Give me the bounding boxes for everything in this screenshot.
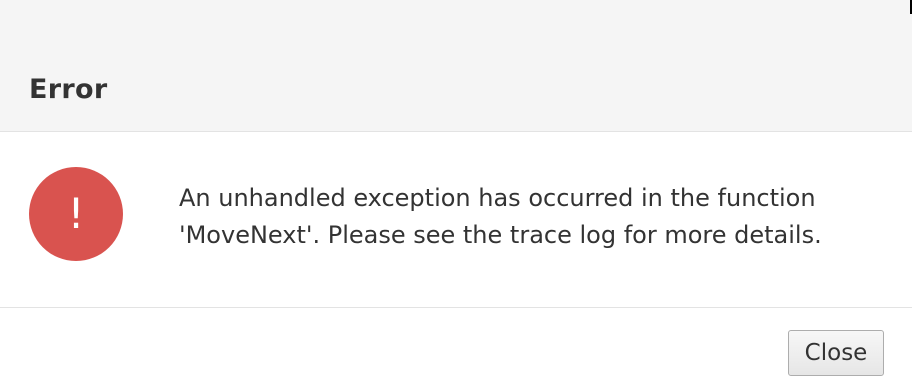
exclamation-icon: !: [29, 167, 123, 261]
close-button[interactable]: Close: [788, 330, 884, 376]
error-message: An unhandled exception has occurred in t…: [179, 184, 822, 249]
dialog-header: Error: [0, 0, 912, 132]
dialog-body: ! An unhandled exception has occurred in…: [0, 132, 912, 308]
error-dialog: Error ! An unhandled exception has occur…: [0, 0, 912, 392]
dialog-footer: Close: [0, 308, 912, 392]
dialog-title: Error: [29, 74, 108, 105]
